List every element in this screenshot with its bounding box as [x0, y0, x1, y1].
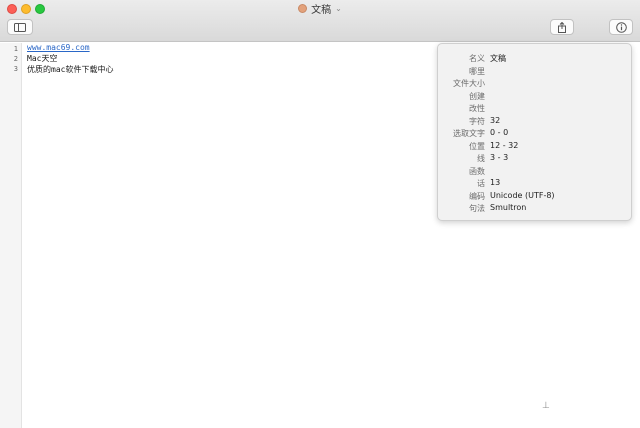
line-number-gutter: 1 2 3: [0, 43, 22, 428]
window-title: 文稿: [311, 4, 332, 16]
info-label: 函数: [469, 167, 485, 176]
document-info-panel: 名义 文稿 哪里 文件大小 创建 改性 字符 32 选取文字 0 - 0 位置 …: [437, 43, 632, 221]
info-label: 编码: [469, 192, 485, 201]
chevron-down-icon[interactable]: ⌄: [335, 4, 342, 13]
info-label: 话: [477, 179, 485, 188]
info-label: 线: [477, 154, 485, 163]
info-label: 创建: [469, 92, 485, 101]
window-title-group[interactable]: 文稿 ⌄: [0, 1, 640, 16]
text-line: Mac天空: [27, 54, 58, 63]
info-row-created: 创建: [438, 91, 633, 103]
info-row-position: 位置 12 - 32: [438, 141, 633, 153]
info-label: 哪里: [469, 67, 485, 76]
info-label: 改性: [469, 104, 485, 113]
info-row-characters: 字符 32: [438, 116, 633, 128]
resize-handle-icon[interactable]: ⊥: [542, 401, 550, 411]
info-icon: [615, 21, 627, 33]
info-row-syntax: 句法 Smultron: [438, 203, 633, 215]
info-value: 12 - 32: [490, 141, 519, 150]
title-bar: 文稿 ⌄: [0, 0, 640, 42]
info-label: 句法: [469, 204, 485, 213]
info-label: 名义: [469, 54, 485, 63]
info-value: 32: [490, 116, 501, 125]
info-value: 0 - 0: [490, 128, 509, 137]
info-row-file-size: 文件大小: [438, 78, 633, 90]
info-value: 文稿: [490, 54, 506, 63]
info-row-name: 名义 文稿: [438, 53, 633, 65]
info-value: Smultron: [490, 203, 527, 212]
line-number: 2: [13, 55, 18, 63]
info-button[interactable]: [609, 19, 633, 35]
info-label: 文件大小: [453, 79, 485, 88]
toggle-sidebar-button[interactable]: [7, 19, 33, 35]
document-icon: [298, 3, 308, 13]
info-value: 3 - 3: [490, 153, 509, 162]
line-number: 1: [13, 45, 18, 53]
info-row-line: 线 3 - 3: [438, 153, 633, 165]
sidebar-icon: [14, 22, 26, 32]
info-row-words: 话 13: [438, 178, 633, 190]
info-row-where: 哪里: [438, 66, 633, 78]
info-row-modified: 改性: [438, 103, 633, 115]
info-value: 13: [490, 178, 501, 187]
info-label: 位置: [469, 142, 485, 151]
line-number: 3: [13, 65, 18, 73]
text-line-link[interactable]: www.mac69.com: [27, 43, 90, 52]
text-line: 优质的mac软件下载中心: [27, 65, 114, 74]
share-button[interactable]: [550, 19, 574, 35]
info-row-functions: 函数: [438, 166, 633, 178]
share-icon: [558, 21, 566, 33]
info-label: 选取文字: [453, 129, 485, 138]
info-label: 字符: [469, 117, 485, 126]
info-row-encoding: 编码 Unicode (UTF-8): [438, 191, 633, 203]
info-row-selection: 选取文字 0 - 0: [438, 128, 633, 140]
info-value: Unicode (UTF-8): [490, 191, 555, 200]
